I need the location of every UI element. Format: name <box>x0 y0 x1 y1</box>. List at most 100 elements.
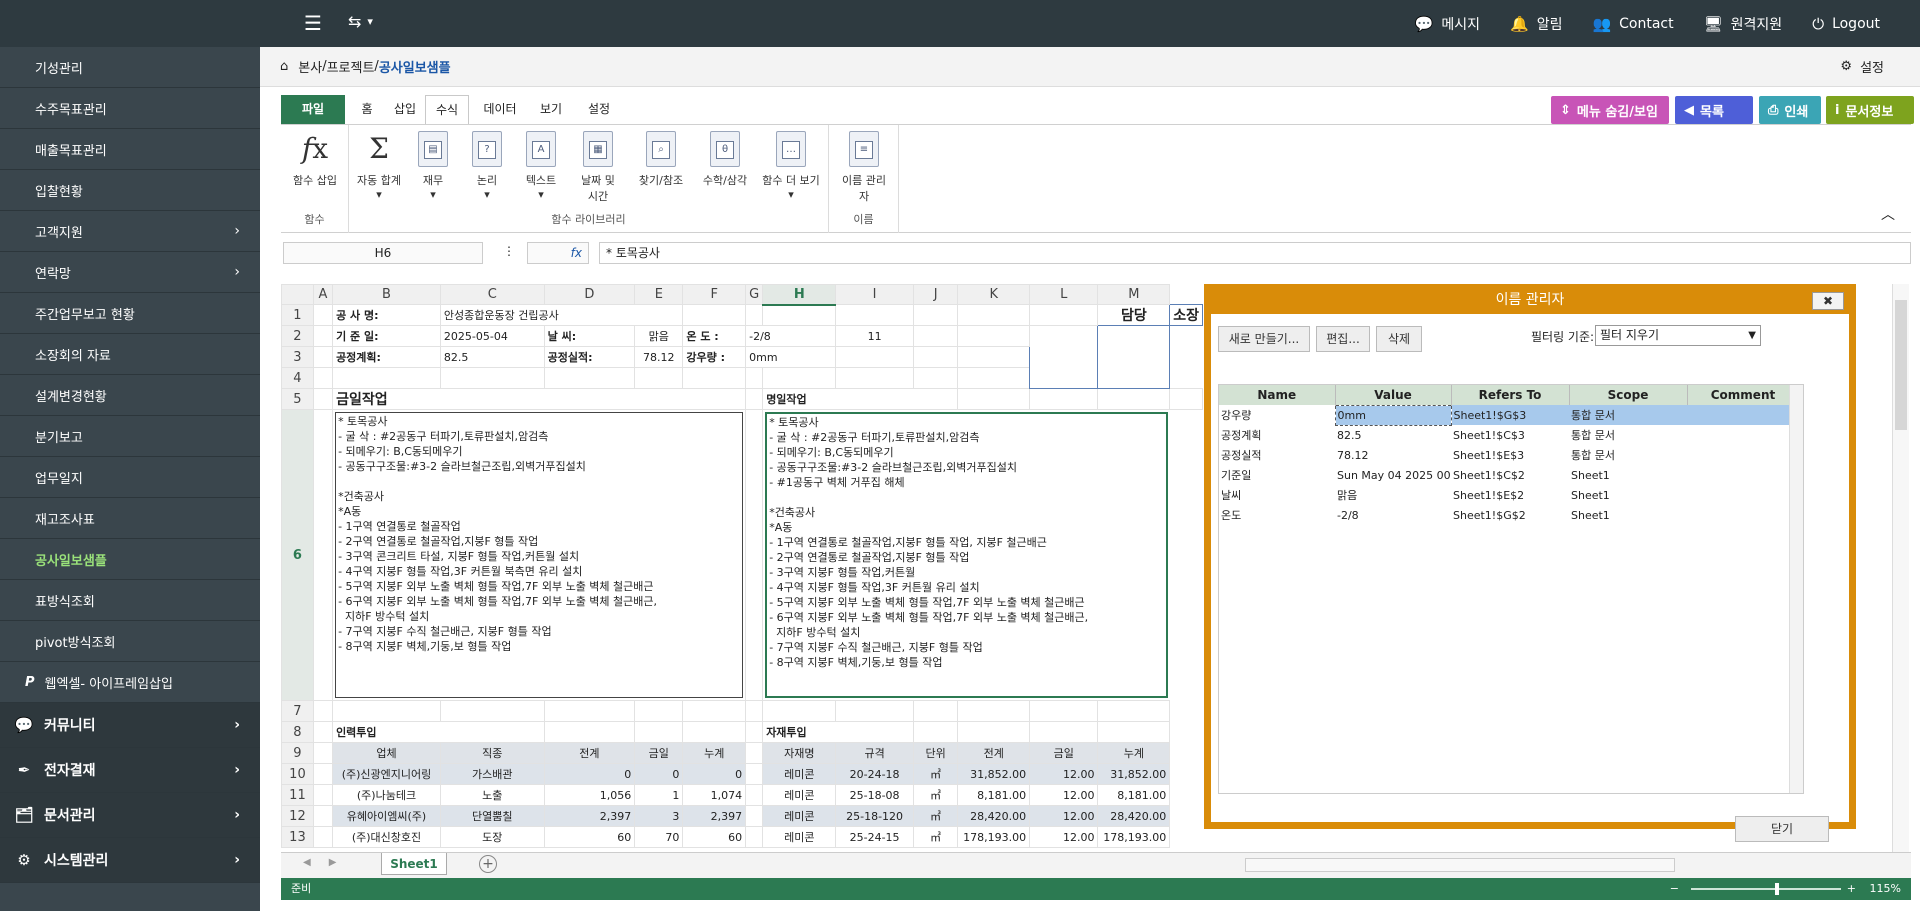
labor-cell[interactable]: 2,397 <box>543 805 636 827</box>
sidebar-section[interactable]: ✒ 전자결재 › <box>0 748 260 793</box>
sidebar-item[interactable]: 업무일지 <box>0 457 260 498</box>
ribbon-tab[interactable]: 삽입 <box>389 95 421 124</box>
cell[interactable]: 공정실적: <box>543 346 636 368</box>
row-header[interactable]: 8 <box>281 721 314 743</box>
labor-cell[interactable]: 60 <box>543 826 636 848</box>
sidebar-item[interactable]: 매출목표관리 <box>0 129 260 170</box>
labor-cell[interactable]: 유혜아이엠씨(주) <box>332 805 441 827</box>
sidebar-item[interactable]: pivot방식조회 <box>0 621 260 662</box>
topnav-message[interactable]: 💬 메시지 <box>1415 14 1480 34</box>
cell[interactable]: 온 도 : <box>682 325 747 347</box>
labor-cell[interactable]: 단열뿜칠 <box>439 805 545 827</box>
row-header[interactable]: 4 <box>281 367 314 389</box>
cell[interactable] <box>912 346 959 368</box>
names-column-header[interactable]: Scope <box>1569 385 1688 405</box>
cell[interactable] <box>682 700 747 722</box>
material-cell[interactable]: 20-24-18 <box>835 763 914 785</box>
sidebar-item-plugin[interactable]: P 웹엑셀- 아이프레임삽입 <box>0 662 260 703</box>
topnav-monitor[interactable]: 🖥 원격지원 <box>1704 14 1783 34</box>
material-cell[interactable]: 12.00 <box>1029 763 1099 785</box>
cell[interactable]: -2/8 <box>745 325 837 347</box>
sidebar-section[interactable]: 💬 커뮤니티 › <box>0 703 260 748</box>
cell[interactable] <box>439 367 545 389</box>
edit-name-button[interactable]: 편집... <box>1316 326 1370 352</box>
material-cell[interactable]: 31,852.00 <box>957 763 1031 785</box>
row-header[interactable]: 1 <box>281 304 314 326</box>
cell[interactable] <box>634 700 684 722</box>
breadcrumb-part-0[interactable]: 본사 <box>298 57 322 76</box>
material-cell[interactable]: 8,181.00 <box>1097 784 1171 806</box>
column-header[interactable]: J <box>912 284 959 305</box>
today-work-cell[interactable]: * 토목공사 - 굴 삭 : #2공동구 터파기,토류판설치,암검측 - 되메우… <box>333 410 746 701</box>
column-header[interactable]: L <box>1029 284 1099 305</box>
names-row[interactable]: 온도 -2/8 Sheet1!$G$2 Sheet1 <box>1219 505 1799 525</box>
cell[interactable] <box>835 304 914 326</box>
topnav-bell[interactable]: 🔔 알림 <box>1510 14 1562 34</box>
more-icon[interactable]: ⋮ <box>503 244 515 258</box>
topnav-contact[interactable]: 👥 Contact <box>1592 15 1673 33</box>
cell[interactable] <box>312 409 334 701</box>
vertical-scrollbar[interactable] <box>1892 284 1909 852</box>
zoom-out-button[interactable]: − <box>1670 878 1679 900</box>
sidebar-section[interactable]: 🗂 문서관리 › <box>0 793 260 838</box>
material-cell[interactable]: ㎥ <box>912 784 959 806</box>
column-header[interactable]: E <box>634 284 684 305</box>
names-column-header[interactable]: Refers To <box>1451 385 1570 405</box>
names-row[interactable]: 강우량 0mm Sheet1!$G$3 통합 문서 <box>1219 404 1799 426</box>
labor-header[interactable]: 직종 <box>439 742 545 764</box>
sidebar-item[interactable]: 분기보고 <box>0 416 260 457</box>
names-row[interactable]: 기준일 Sun May 04 2025 00:00Sheet1!$C$2 Sheet… <box>1219 465 1799 485</box>
cell[interactable]: 담당 <box>1097 304 1171 326</box>
cell[interactable] <box>312 367 334 389</box>
fx-button[interactable]: fx <box>527 242 589 264</box>
cell[interactable] <box>745 304 764 326</box>
cell[interactable] <box>1029 325 1099 389</box>
material-header[interactable]: 단위 <box>912 742 959 764</box>
cell[interactable] <box>762 700 837 722</box>
sidebar-item[interactable]: 수주목표관리 <box>0 88 260 129</box>
sidebar-item[interactable]: 소장회의 자료 <box>0 334 260 375</box>
cell[interactable] <box>312 304 334 326</box>
material-cell[interactable]: 25-18-120 <box>835 805 914 827</box>
names-row[interactable]: 날씨 맑음 Sheet1!$E$2 Sheet1 <box>1219 485 1799 505</box>
cell[interactable] <box>312 763 334 785</box>
autosum-button[interactable]: Σ 자동 합계 ▾ <box>349 131 409 201</box>
row-header[interactable]: 11 <box>281 784 314 806</box>
zoom-in-button[interactable]: + <box>1847 878 1856 900</box>
material-header[interactable]: 누계 <box>1097 742 1171 764</box>
cell[interactable] <box>634 367 684 389</box>
labor-cell[interactable]: 70 <box>634 826 684 848</box>
cell[interactable] <box>745 721 764 743</box>
sidebar-item[interactable]: 표방식조회 <box>0 580 260 621</box>
cell[interactable]: 0mm <box>745 346 837 368</box>
labor-cell[interactable]: 1 <box>634 784 684 806</box>
row-header[interactable]: 7 <box>281 700 314 722</box>
cell[interactable] <box>1029 700 1099 722</box>
labor-header[interactable]: 누계 <box>682 742 747 764</box>
ribbon-tab[interactable]: 보기 <box>531 95 571 124</box>
material-header[interactable]: 금일 <box>1029 742 1099 764</box>
cell[interactable] <box>332 700 441 722</box>
text-button[interactable]: A 텍스트 ▾ <box>519 131 563 201</box>
cell[interactable]: 소장 <box>1169 304 1203 326</box>
apps-switch-icon[interactable]: ⇆ ▾ <box>348 12 373 31</box>
cell[interactable] <box>543 367 636 389</box>
cell[interactable] <box>682 367 747 389</box>
settings-button[interactable]: ⚙ 설정 <box>1840 57 1884 76</box>
labor-cell[interactable]: 노출 <box>439 784 545 806</box>
cell[interactable]: 78.12 <box>634 346 684 368</box>
names-column-header[interactable]: Value <box>1335 385 1452 405</box>
cell[interactable] <box>312 742 334 764</box>
cell[interactable] <box>682 304 747 326</box>
cell[interactable] <box>912 304 959 326</box>
cell[interactable] <box>835 700 914 722</box>
cell[interactable] <box>1029 388 1099 410</box>
row-header[interactable]: 6 <box>281 409 314 701</box>
sidebar-item[interactable]: 연락망 › <box>0 252 260 293</box>
material-header[interactable]: 규격 <box>835 742 914 764</box>
logical-button[interactable]: ? 논리 ▾ <box>465 131 509 201</box>
name-box[interactable]: H6 <box>283 242 483 264</box>
cell[interactable] <box>957 346 1031 368</box>
cell[interactable] <box>745 388 764 410</box>
labor-header[interactable]: 금일 <box>634 742 684 764</box>
